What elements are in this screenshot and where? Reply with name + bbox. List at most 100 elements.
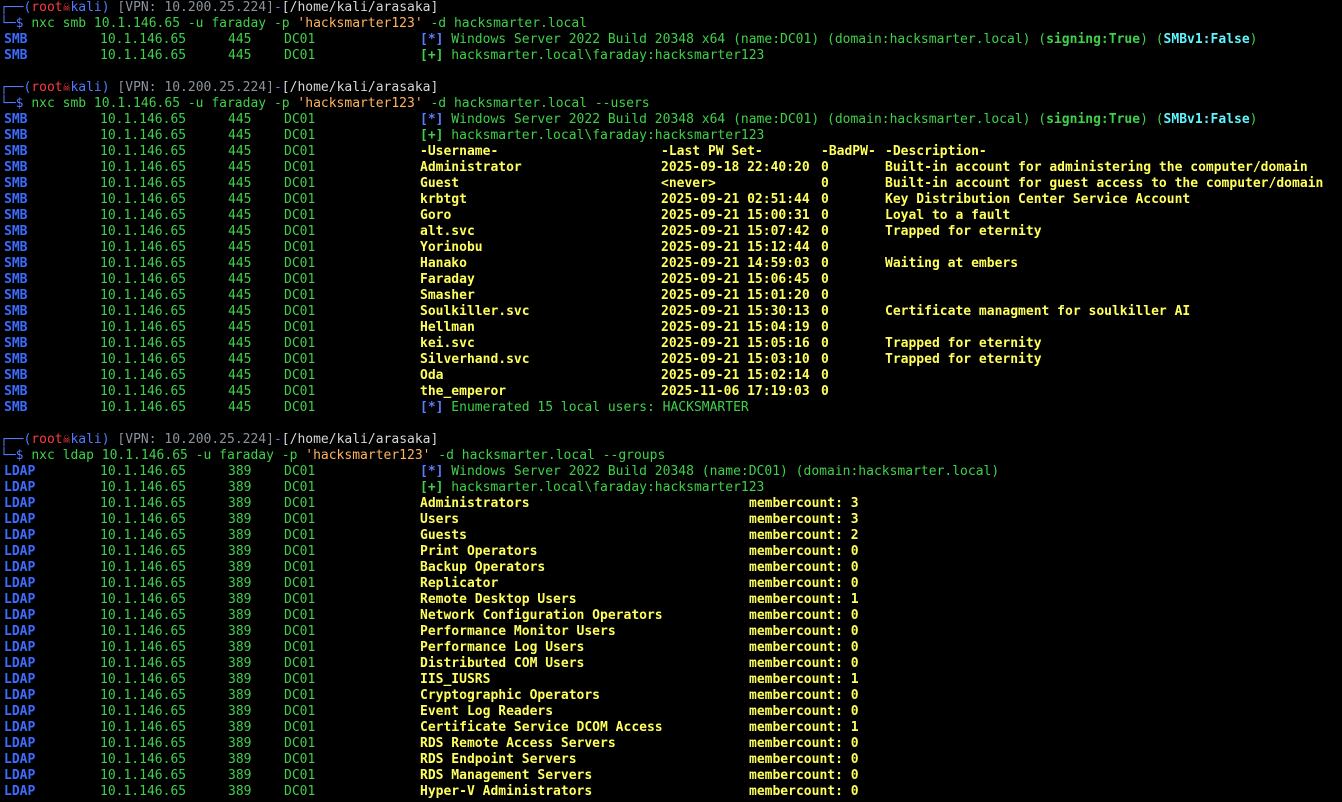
target-ip: 10.1.146.65	[100, 784, 187, 799]
protocol-label: LDAP	[4, 480, 36, 495]
banner-text: ) (	[1140, 112, 1164, 127]
prompt-vpn: [VPN: 10.200.25.224]	[117, 432, 274, 447]
target-ip: 10.1.146.65	[100, 272, 187, 287]
group-member-count: membercount: 3	[749, 496, 859, 511]
target-ip: 10.1.146.65	[100, 160, 187, 175]
protocol-label: SMB	[4, 304, 28, 319]
target-port: 389	[228, 608, 252, 623]
command-args: -d hacksmarter.local	[422, 16, 588, 31]
banner-message: [*] Windows Server 2022 Build 20348 (nam…	[420, 464, 999, 480]
smb-auth-line: SMB 10.1.146.65 445 DC01 [+] hacksmarter.loc…	[0, 48, 1342, 64]
column-header-badpw: -BadPW-	[821, 144, 876, 159]
user-name: Hellman	[420, 320, 475, 335]
target-port: 445	[228, 240, 252, 255]
target-ip: 10.1.146.65	[100, 112, 187, 127]
protocol-label: SMB	[4, 400, 28, 415]
auth-text: hacksmarter.local\faraday:hacksmarter123	[443, 128, 765, 143]
target-port: 389	[228, 496, 252, 511]
banner-text: )	[1249, 112, 1258, 127]
target-hostname: DC01	[284, 528, 316, 543]
group-member-count: membercount: 3	[749, 512, 859, 527]
group-name: Print Operators	[420, 544, 538, 559]
target-ip: 10.1.146.65	[100, 672, 187, 687]
target-hostname: DC01	[284, 752, 316, 767]
protocol-label: LDAP	[4, 512, 36, 527]
command-args: -d hacksmarter.local --groups	[430, 448, 666, 463]
protocol-label: LDAP	[4, 624, 36, 639]
user-name: Smasher	[420, 288, 475, 303]
column-header-description: -Description-	[885, 144, 987, 159]
target-hostname: DC01	[284, 736, 316, 751]
user-name: Silverhand.svc	[420, 352, 530, 367]
target-port: 445	[228, 336, 252, 351]
user-row: SMB 10.1.146.65 445 DC01 Hanako 2025-09-21 14…	[0, 256, 1342, 272]
auth-text: hacksmarter.local\faraday:hacksmarter123	[443, 48, 765, 63]
group-name: Certificate Service DCOM Access	[420, 720, 663, 735]
prompt-host: kali	[70, 432, 102, 447]
group-row: LDAP 10.1.146.65 389 DC01 Cryptographic Oper…	[0, 688, 1342, 704]
target-port: 389	[228, 480, 252, 495]
protocol-label: SMB	[4, 128, 28, 143]
target-ip: 10.1.146.65	[100, 352, 187, 367]
user-row: SMB 10.1.146.65 445 DC01 the_emperor 2025-11-…	[0, 384, 1342, 400]
target-port: 445	[228, 128, 252, 143]
protocol-label: LDAP	[4, 592, 36, 607]
prompt-line: ┌──(root☠kali) [VPN: 10.200.25.224]-[/ho…	[0, 432, 1342, 448]
target-ip: 10.1.146.65	[100, 592, 187, 607]
banner-text: Windows Server 2022 Build 20348 x64 (nam…	[443, 32, 1047, 47]
user-row: SMB 10.1.146.65 445 DC01 Hellman 2025-09-21 1…	[0, 320, 1342, 336]
users-header-row: SMB 10.1.146.65 445 DC01 -Username- -Last PW …	[0, 144, 1342, 160]
target-port: 445	[228, 272, 252, 287]
command-line: └─$ nxc ldap 10.1.146.65 -u faraday -p '…	[0, 448, 1342, 464]
group-member-count: membercount: 0	[749, 544, 859, 559]
user-last-pw-set: 2025-09-21 15:12:44	[661, 240, 810, 255]
user-bad-pw-count: 0	[821, 256, 829, 271]
auth-message: [+] hacksmarter.local\faraday:hacksmarte…	[420, 48, 764, 64]
target-ip: 10.1.146.65	[100, 752, 187, 767]
terminal-window[interactable]: ┌──(root☠kali) [VPN: 10.200.25.224]-[/ho…	[0, 0, 1342, 802]
target-ip: 10.1.146.65	[100, 736, 187, 751]
user-last-pw-set: 2025-09-21 15:06:45	[661, 272, 810, 287]
target-port: 445	[228, 208, 252, 223]
info-marker: [*]	[420, 400, 444, 415]
info-marker: [*]	[420, 32, 444, 47]
user-bad-pw-count: 0	[821, 160, 829, 175]
group-row: LDAP 10.1.146.65 389 DC01 RDS Management Ser…	[0, 768, 1342, 784]
group-name: Administrators	[420, 496, 530, 511]
user-last-pw-set: 2025-09-21 15:07:42	[661, 224, 810, 239]
group-row: LDAP 10.1.146.65 389 DC01 Event Log Readers m…	[0, 704, 1342, 720]
target-ip: 10.1.146.65	[100, 560, 187, 575]
target-ip: 10.1.146.65	[100, 688, 187, 703]
banner-text: ) (	[1140, 32, 1164, 47]
group-row: LDAP 10.1.146.65 389 DC01 Replicator memberco…	[0, 576, 1342, 592]
target-port: 445	[228, 288, 252, 303]
protocol-label: SMB	[4, 112, 28, 127]
group-name: Users	[420, 512, 460, 527]
auth-message: [+] hacksmarter.local\faraday:hacksmarte…	[420, 128, 764, 144]
group-row: LDAP 10.1.146.65 389 DC01 Guests membercount:…	[0, 528, 1342, 544]
group-row: LDAP 10.1.146.65 389 DC01 Distributed COM Us…	[0, 656, 1342, 672]
group-name: Distributed COM Users	[420, 656, 585, 671]
protocol-label: LDAP	[4, 736, 36, 751]
group-member-count: membercount: 0	[749, 640, 859, 655]
target-hostname: DC01	[284, 704, 316, 719]
target-port: 389	[228, 656, 252, 671]
command-text: └─$ nxc smb 10.1.146.65 -u faraday -p 'h…	[0, 96, 650, 112]
user-description: Built-in account for administering the c…	[885, 160, 1308, 175]
user-row: SMB 10.1.146.65 445 DC01 Silverhand.svc 2025-…	[0, 352, 1342, 368]
protocol-label: SMB	[4, 48, 28, 63]
user-row: SMB 10.1.146.65 445 DC01 Smasher 2025-09-21 1…	[0, 288, 1342, 304]
target-ip: 10.1.146.65	[100, 208, 187, 223]
signing-flag: signing:True	[1046, 32, 1141, 47]
target-ip: 10.1.146.65	[100, 400, 187, 415]
user-description: Key Distribution Center Service Account	[885, 192, 1191, 207]
group-row: LDAP 10.1.146.65 389 DC01 IIS_IUSRS membercou…	[0, 672, 1342, 688]
protocol-label: SMB	[4, 352, 28, 367]
target-hostname: DC01	[284, 48, 316, 63]
target-ip: 10.1.146.65	[100, 464, 187, 479]
target-port: 445	[228, 304, 252, 319]
protocol-label: SMB	[4, 336, 28, 351]
prompt-corner: ┌──(	[0, 80, 32, 95]
target-port: 389	[228, 736, 252, 751]
user-last-pw-set: <never>	[661, 176, 716, 191]
